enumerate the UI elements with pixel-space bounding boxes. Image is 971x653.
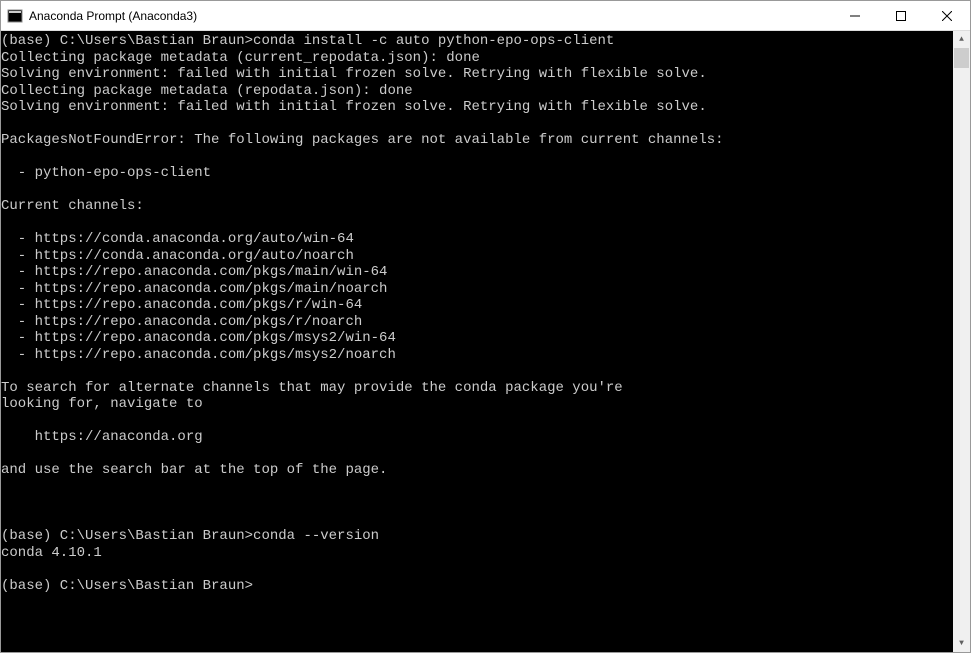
scrollbar-down-arrow[interactable]: ▼ — [953, 635, 970, 652]
scrollbar-up-arrow[interactable]: ▲ — [953, 31, 970, 48]
close-button[interactable] — [924, 1, 970, 30]
scrollbar-thumb[interactable] — [954, 48, 969, 68]
terminal-output[interactable]: (base) C:\Users\Bastian Braun>conda inst… — [1, 31, 953, 652]
minimize-button[interactable] — [832, 1, 878, 30]
scrollbar[interactable]: ▲ ▼ — [953, 31, 970, 652]
window-title: Anaconda Prompt (Anaconda3) — [29, 9, 832, 23]
window-controls — [832, 1, 970, 30]
window: Anaconda Prompt (Anaconda3) (base) C:\Us… — [0, 0, 971, 653]
app-icon — [7, 8, 23, 24]
terminal-area: (base) C:\Users\Bastian Braun>conda inst… — [1, 31, 970, 652]
maximize-button[interactable] — [878, 1, 924, 30]
title-bar: Anaconda Prompt (Anaconda3) — [1, 1, 970, 31]
